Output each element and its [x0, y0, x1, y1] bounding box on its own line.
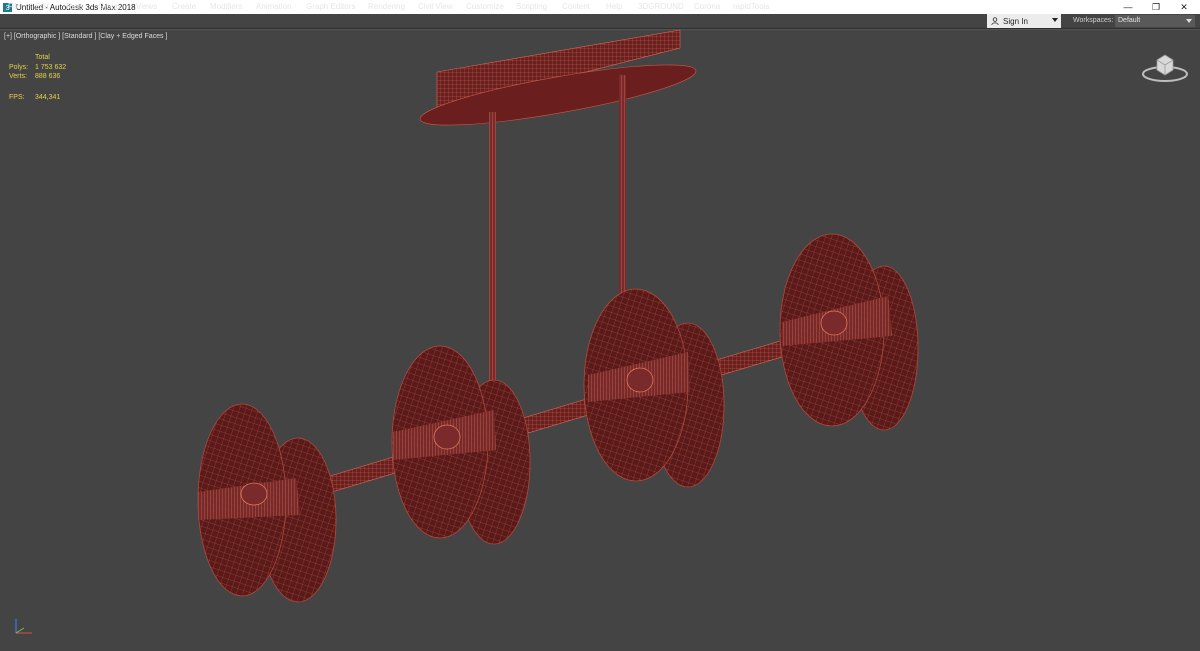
- axis-tripod-icon: [15, 619, 32, 634]
- lamp-head-4: [779, 233, 919, 431]
- lamp-head-3: [583, 288, 725, 488]
- lamp-head-1: [197, 403, 337, 603]
- viewcube-icon[interactable]: [1140, 48, 1190, 84]
- stats-polys-value: 1 753 632: [35, 64, 67, 71]
- viewport-label[interactable]: [+] [Orthographic ] [Standard ] [Clay + …: [4, 33, 167, 40]
- stats-verts: Verts: 888 636: [9, 73, 60, 80]
- chandelier-model[interactable]: [0, 0, 1200, 650]
- stats-polys-label: Polys:: [9, 64, 29, 71]
- stats-header: Total: [35, 54, 50, 61]
- lamp-head-2: [391, 345, 531, 545]
- stats-polys: Polys: 1 753 632: [9, 64, 66, 71]
- stats-fps: FPS: 344,341: [9, 94, 60, 101]
- stats-fps-value: 344,341: [35, 94, 61, 101]
- stats-fps-label: FPS:: [9, 94, 25, 101]
- stats-verts-label: Verts:: [9, 73, 27, 80]
- ceiling-canopy: [419, 29, 697, 126]
- stats-verts-value: 888 636: [35, 73, 61, 80]
